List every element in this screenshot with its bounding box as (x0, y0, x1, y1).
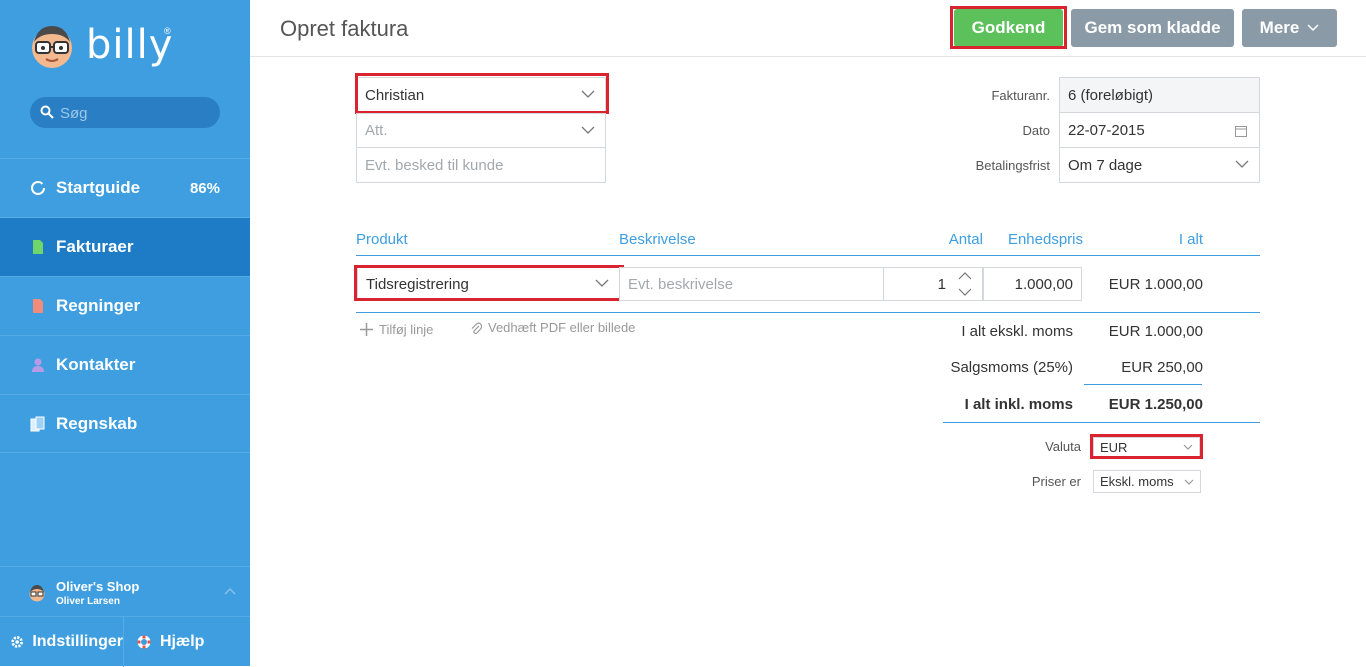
settings-label: Indstillinger (32, 633, 123, 650)
search-input[interactable] (60, 102, 210, 124)
attach-file-button[interactable]: Vedhæft PDF eller billede (470, 320, 635, 335)
chevron-down-icon (581, 126, 595, 134)
bill-icon (33, 299, 43, 313)
total-label: I alt inkl. moms (964, 396, 1073, 413)
chevron-up-icon (224, 587, 236, 595)
stepper-up-icon[interactable] (958, 271, 972, 280)
date-field[interactable]: 22-07-2015 (1059, 112, 1260, 148)
line-description-placeholder: Evt. beskrivelse (628, 275, 734, 293)
vat-value: EUR 250,00 (1121, 359, 1203, 376)
progress-percent: 86% (189, 179, 220, 197)
sidebar-item-startguide[interactable]: Startguide 86% (0, 158, 250, 217)
page-title: Opret faktura (280, 16, 409, 41)
shop-name: Oliver's Shop (56, 579, 140, 594)
prices-label: Priser er (1031, 474, 1081, 489)
due-select[interactable]: Om 7 dage (1059, 147, 1260, 183)
unit-price-value: 1.000,00 (1014, 275, 1073, 293)
plus-icon (360, 323, 373, 336)
add-line-button[interactable]: Tilføj linje (360, 322, 433, 337)
att-placeholder: Att. (365, 122, 388, 139)
due-label: Betalingsfrist (975, 158, 1050, 173)
calendar-icon (1235, 126, 1247, 137)
message-placeholder: Evt. besked til kunde (365, 156, 504, 174)
search-box[interactable] (30, 97, 220, 128)
paperclip-icon (471, 322, 482, 334)
sidebar-item-label: Kontakter (56, 355, 136, 374)
help-label: Hjælp (160, 633, 205, 650)
shop-switcher[interactable]: Oliver's Shop Oliver Larsen (0, 566, 250, 616)
lifebuoy-icon (137, 635, 151, 649)
chevron-down-icon (1307, 24, 1319, 32)
table-header-rule (356, 255, 1260, 256)
line-description-field[interactable]: Evt. beskrivelse (619, 267, 884, 301)
progress-ring-icon (31, 181, 45, 195)
ledger-icon (30, 416, 45, 431)
invoice-number-label: Fakturanr. (991, 88, 1050, 103)
page-header: Opret faktura Godkend Gem som kladde Mer… (250, 0, 1366, 57)
settings-link[interactable]: Indstillinger (0, 617, 124, 667)
qty-value: 1 (937, 275, 946, 293)
help-link[interactable]: Hjælp (124, 617, 204, 667)
subtotal-value: EUR 1.000,00 (1108, 323, 1203, 340)
sidebar-item-label: Regnskab (56, 413, 138, 433)
sidebar-item-kontakter[interactable]: Kontakter (0, 335, 250, 394)
sidebar-item-regninger[interactable]: Regninger (0, 276, 250, 335)
date-label: Dato (1022, 123, 1050, 138)
col-header-unit-price: Enhedspris (1007, 231, 1083, 248)
chevron-down-icon (1184, 479, 1194, 485)
col-header-total: I alt (1178, 231, 1203, 248)
add-line-label: Tilføj linje (379, 322, 434, 337)
sidebar: billy ® Startguide 86% Fakturaer Re (0, 0, 250, 667)
sidebar-item-label: Fakturaer (56, 237, 134, 256)
col-header-qty: Antal (948, 231, 983, 248)
subtotal-label: I alt ekskl. moms (961, 323, 1073, 340)
logo[interactable]: billy ® (28, 20, 228, 75)
unit-price-field[interactable]: 1.000,00 (983, 267, 1082, 301)
col-header-description: Beskrivelse (619, 231, 696, 248)
total-rule (943, 422, 1260, 423)
vat-label: Salgsmoms (25%) (950, 359, 1073, 376)
att-select[interactable]: Att. (356, 113, 606, 148)
sidebar-item-label: Startguide (56, 178, 141, 197)
shop-user: Oliver Larsen (56, 596, 120, 607)
stepper-down-icon[interactable] (958, 288, 972, 297)
person-icon (32, 358, 44, 372)
vat-rule (1084, 384, 1202, 385)
chevron-down-icon (1235, 160, 1249, 168)
col-header-product: Produkt (356, 231, 408, 248)
more-label: Mere (1259, 18, 1300, 37)
avatar (29, 585, 45, 602)
invoice-icon (33, 240, 43, 254)
sidebar-item-label: Regninger (56, 296, 141, 315)
search-icon (40, 105, 54, 119)
prices-select[interactable]: Ekskl. moms (1093, 470, 1201, 493)
billy-mascot-icon (32, 26, 72, 68)
logo-text: billy (86, 22, 174, 68)
more-button[interactable]: Mere (1242, 9, 1337, 47)
sidebar-footer: Indstillinger Hjælp (0, 616, 250, 667)
customer-highlight (355, 73, 609, 114)
logo-registered-mark: ® (164, 26, 171, 36)
product-highlight (354, 265, 624, 301)
prices-value: Ekskl. moms (1100, 474, 1174, 489)
invoice-number-value: 6 (foreløbigt) (1068, 86, 1154, 104)
currency-label: Valuta (1045, 439, 1081, 454)
date-value: 22-07-2015 (1068, 121, 1145, 139)
due-value: Om 7 dage (1068, 156, 1143, 174)
total-value: EUR 1.250,00 (1108, 396, 1203, 413)
sidebar-item-fakturaer[interactable]: Fakturaer (0, 217, 250, 276)
currency-highlight (1090, 434, 1203, 459)
sidebar-nav: Startguide 86% Fakturaer Regninger Konta… (0, 158, 250, 453)
sidebar-item-regnskab[interactable]: Regnskab (0, 394, 250, 453)
table-bottom-rule (356, 312, 1260, 313)
attach-label: Vedhæft PDF eller billede (488, 320, 636, 335)
qty-stepper[interactable]: 1 (883, 267, 983, 301)
save-draft-button[interactable]: Gem som kladde (1071, 9, 1234, 47)
invoice-number-field: 6 (foreløbigt) (1059, 77, 1260, 113)
approve-highlight (950, 6, 1067, 49)
line-total: EUR 1.000,00 (1108, 276, 1203, 293)
gear-icon (11, 636, 23, 648)
customer-message-field[interactable]: Evt. besked til kunde (356, 147, 606, 183)
